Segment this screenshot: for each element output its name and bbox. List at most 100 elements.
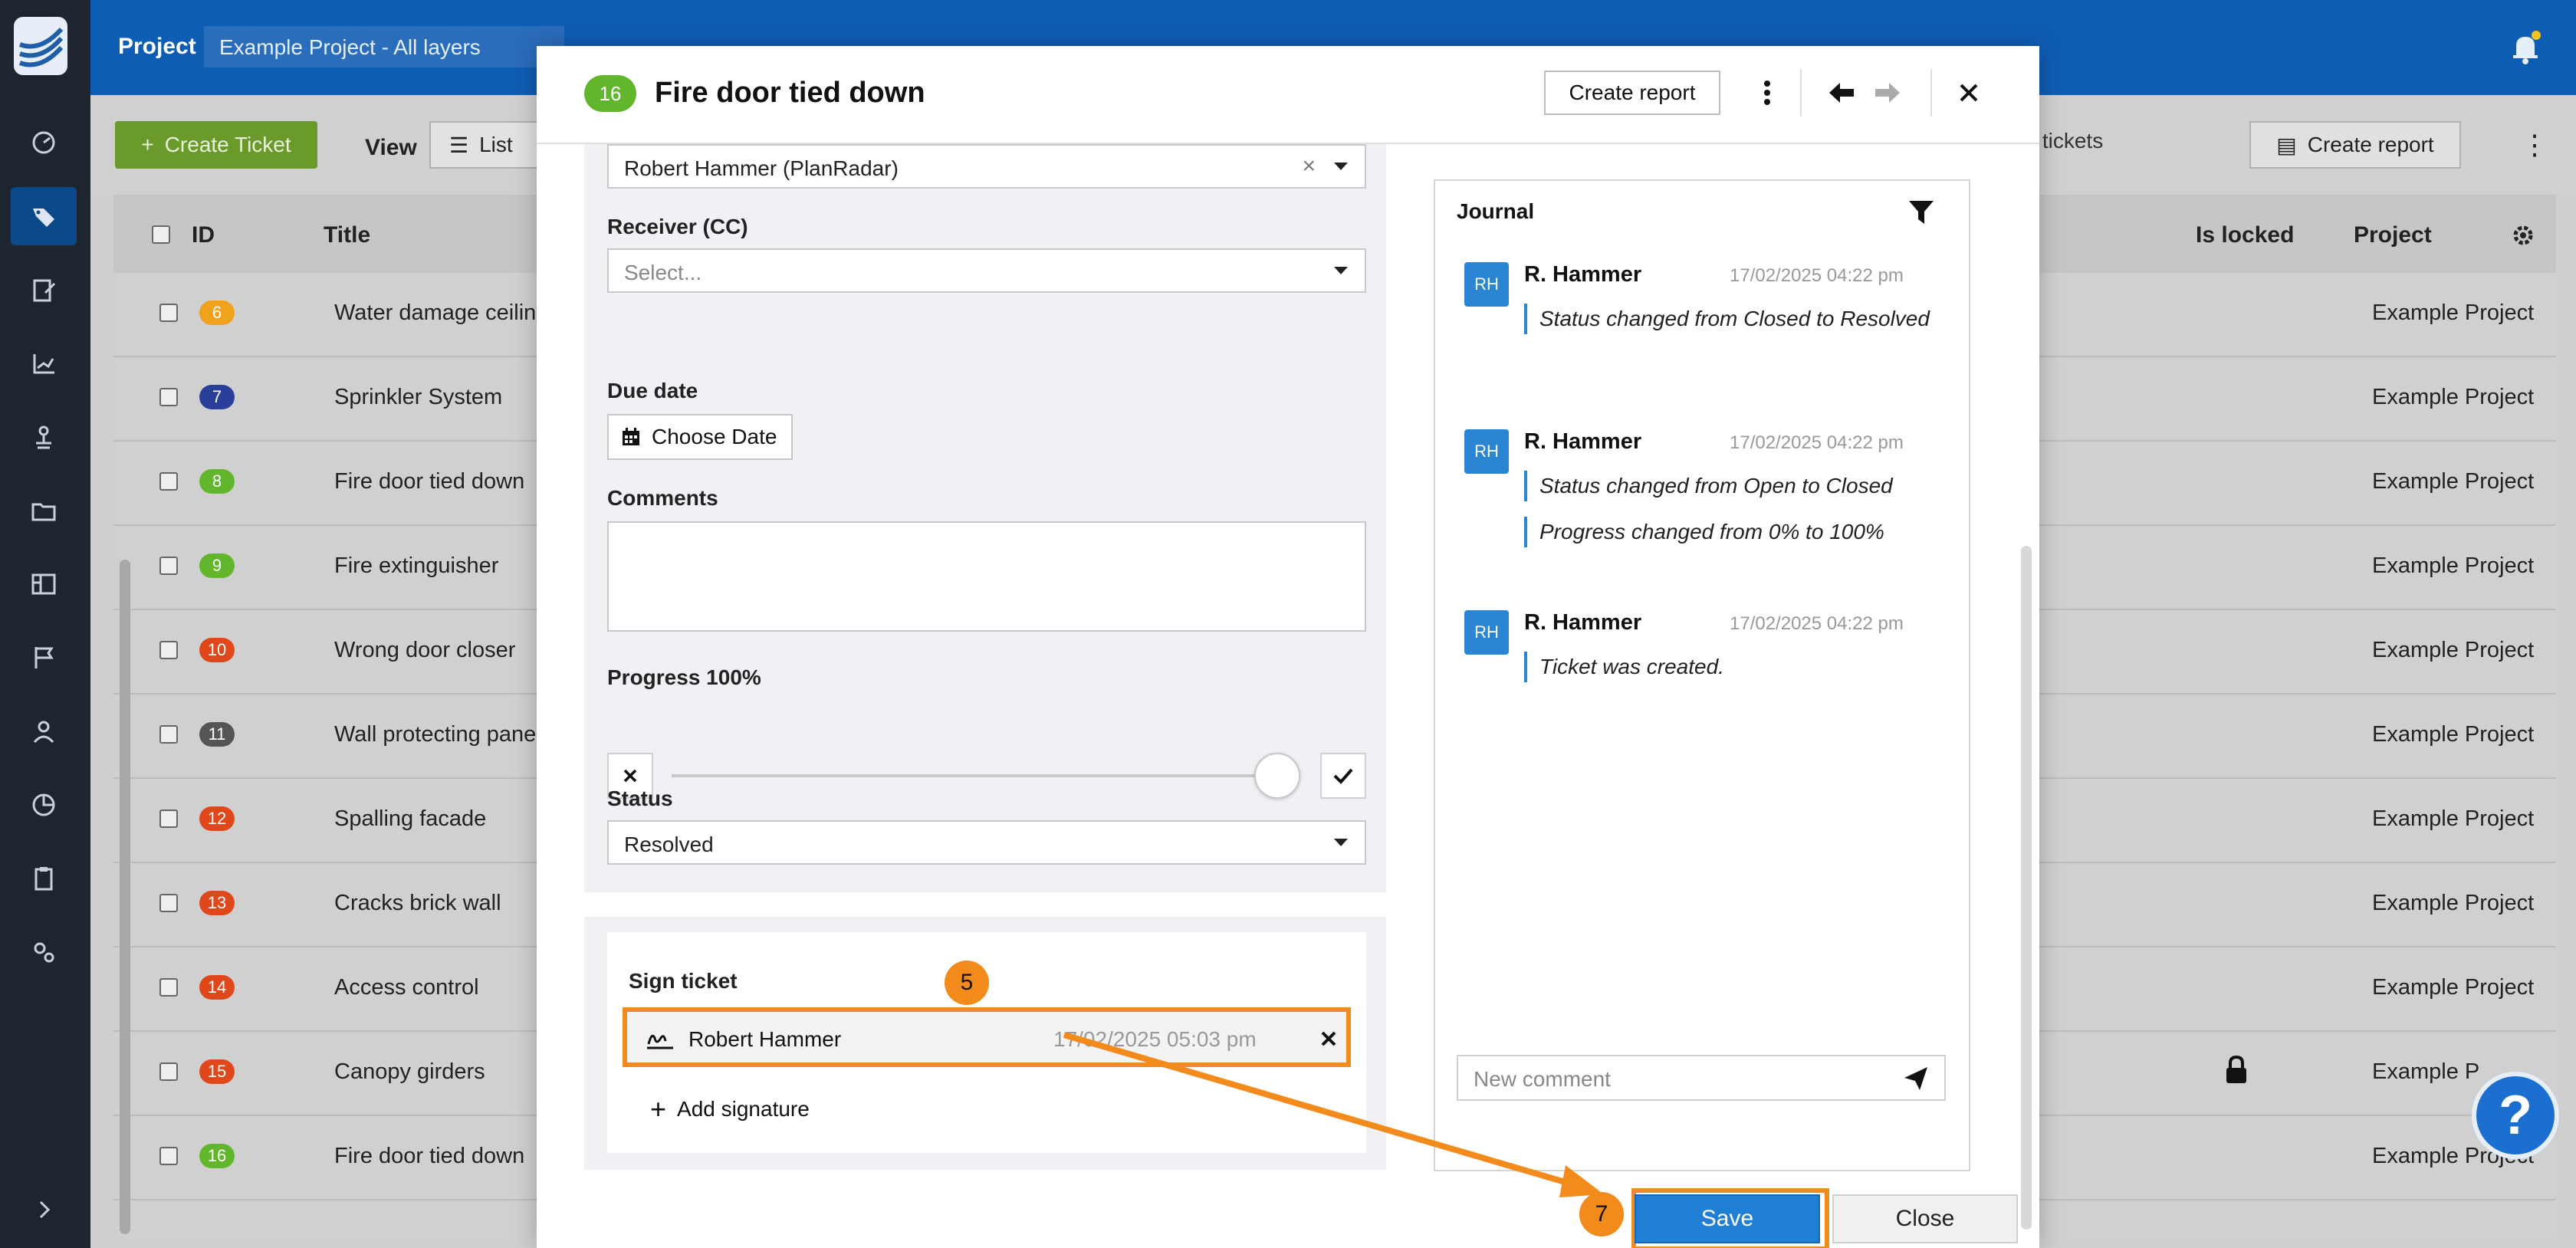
column-settings-gear-icon[interactable]	[2510, 222, 2536, 248]
clear-assignee-icon[interactable]: ×	[1302, 153, 1316, 179]
modal-header: 16 Fire door tied down Create report	[537, 46, 2039, 144]
filter-icon[interactable]	[1907, 199, 1935, 225]
settings-icon[interactable]	[11, 923, 77, 981]
step-5-callout: 5	[945, 961, 989, 1005]
chevron-down-icon	[1334, 839, 1348, 846]
ticket-id-badge: 8	[199, 469, 235, 494]
ticket-title-cell[interactable]: Access control	[334, 975, 479, 1000]
send-icon[interactable]	[1903, 1066, 1929, 1092]
ticket-title-cell[interactable]: Water damage ceiling	[334, 301, 548, 326]
row-checkbox[interactable]	[159, 557, 178, 575]
ticket-title-cell[interactable]: Cracks brick wall	[334, 891, 501, 916]
modal-close-icon[interactable]	[1953, 77, 1984, 109]
new-comment-input[interactable]: New comment	[1457, 1055, 1946, 1101]
receiver-placeholder: Select...	[624, 261, 702, 284]
avatar: RH	[1464, 610, 1509, 655]
ticket-title-cell[interactable]: Wrong door closer	[334, 638, 515, 663]
project-cell: Example P	[2372, 1059, 2480, 1084]
notification-bell-icon[interactable]	[2510, 31, 2541, 64]
column-is-locked[interactable]: Is locked	[2196, 222, 2294, 248]
progress-slider-handle[interactable]	[1254, 753, 1300, 799]
project-cell: Example Project	[2372, 638, 2535, 662]
column-title[interactable]: Title	[324, 222, 370, 248]
create-ticket-button[interactable]: + Create Ticket	[115, 121, 317, 169]
project-cell: Example Project	[2372, 469, 2535, 494]
help-button[interactable]: ?	[2472, 1072, 2559, 1159]
ticket-id-badge: 14	[199, 975, 235, 1000]
project-cell: Example Project	[2372, 975, 2535, 1000]
ticket-title-cell[interactable]: Fire door tied down	[334, 469, 524, 494]
progress-complete-check-icon[interactable]	[1320, 753, 1366, 799]
lock-icon	[2223, 1055, 2249, 1085]
table-scrollbar[interactable]	[120, 560, 130, 1234]
statistics-icon[interactable]	[11, 334, 77, 392]
journal-line: Ticket was created.	[1524, 652, 1938, 682]
modal-scrollbar[interactable]	[2021, 546, 2032, 1230]
remove-signature-icon[interactable]	[1317, 1027, 1340, 1050]
row-checkbox[interactable]	[159, 388, 178, 406]
ticket-id-badge: 10	[199, 638, 235, 662]
ticket-title-cell[interactable]: Spalling facade	[334, 806, 486, 832]
ticket-title-cell[interactable]: Canopy girders	[334, 1059, 485, 1085]
project-cell: Example Project	[2372, 385, 2535, 409]
row-checkbox[interactable]	[159, 894, 178, 912]
status-value: Resolved	[624, 833, 714, 856]
modal-more-options-icon[interactable]	[1756, 71, 1779, 115]
close-button[interactable]: Close	[1832, 1194, 2018, 1243]
progress-slider-track[interactable]	[672, 774, 1277, 777]
column-id[interactable]: ID	[192, 222, 215, 248]
row-checkbox[interactable]	[159, 810, 178, 828]
create-report-label: Create report	[2307, 133, 2434, 156]
select-all-checkbox[interactable]	[152, 225, 170, 244]
modal-create-report-button[interactable]: Create report	[1544, 71, 1720, 115]
row-checkbox[interactable]	[159, 472, 178, 491]
receiver-select[interactable]: Select...	[607, 248, 1366, 293]
dashboard-icon[interactable]	[11, 113, 77, 172]
ticket-title-cell[interactable]: Fire extinguisher	[334, 553, 498, 579]
previous-ticket-arrow-icon[interactable]	[1826, 77, 1857, 109]
comments-label: Comments	[607, 486, 718, 510]
save-button[interactable]: Save	[1635, 1194, 1820, 1243]
row-checkbox[interactable]	[159, 978, 178, 997]
row-checkbox[interactable]	[159, 641, 178, 659]
next-ticket-arrow-icon[interactable]	[1872, 77, 1903, 109]
journal-line: Progress changed from 0% to 100%	[1524, 517, 1938, 547]
ticket-title-cell[interactable]: Wall protecting panel	[334, 722, 541, 747]
journal-timestamp: 17/02/2025 04:22 pm	[1730, 432, 1904, 453]
row-checkbox[interactable]	[159, 1147, 178, 1165]
add-signature-button[interactable]: + Add signature	[650, 1093, 810, 1125]
project-select[interactable]: Example Project - All layers	[204, 26, 564, 67]
more-options-icon[interactable]: ⋮	[2521, 129, 2548, 161]
signature-row[interactable]: Robert Hammer 17/02/2025 05:03 pm	[623, 1007, 1351, 1067]
tickets-icon[interactable]	[11, 187, 77, 245]
choose-date-button[interactable]: Choose Date	[607, 414, 793, 460]
assignee-select[interactable]: Robert Hammer (PlanRadar) ×	[607, 144, 1366, 189]
location-icon[interactable]	[11, 408, 77, 466]
project-cell: Example Project	[2372, 553, 2535, 578]
comments-textarea[interactable]	[607, 521, 1366, 632]
user-icon[interactable]	[11, 702, 77, 760]
forms-icon[interactable]	[11, 261, 77, 319]
ticket-id-badge: 7	[199, 385, 235, 409]
list-view-button[interactable]: ☰ List	[429, 121, 544, 169]
journal-author: R. Hammer	[1524, 262, 1642, 287]
ticket-title-cell[interactable]: Sprinkler System	[334, 385, 502, 410]
app-logo[interactable]	[14, 17, 67, 75]
column-project[interactable]: Project	[2354, 222, 2432, 248]
flag-icon[interactable]	[11, 629, 77, 687]
expand-sidebar-icon[interactable]	[11, 1181, 77, 1239]
documents-icon[interactable]	[11, 555, 77, 613]
view-label: View	[365, 135, 417, 160]
create-report-button[interactable]: ▤ Create report	[2249, 121, 2461, 169]
journal-timestamp: 17/02/2025 04:22 pm	[1730, 265, 1904, 286]
clipboard-icon[interactable]	[11, 849, 77, 908]
row-checkbox[interactable]	[159, 1062, 178, 1081]
ticket-id-badge: 15	[199, 1059, 235, 1084]
ticket-modal: 16 Fire door tied down Create report Rob…	[537, 46, 2039, 1248]
reports-icon[interactable]	[11, 776, 77, 834]
folder-icon[interactable]	[11, 481, 77, 540]
row-checkbox[interactable]	[159, 304, 178, 322]
row-checkbox[interactable]	[159, 725, 178, 744]
status-select[interactable]: Resolved	[607, 820, 1366, 865]
ticket-title-cell[interactable]: Fire door tied down	[334, 1144, 524, 1169]
